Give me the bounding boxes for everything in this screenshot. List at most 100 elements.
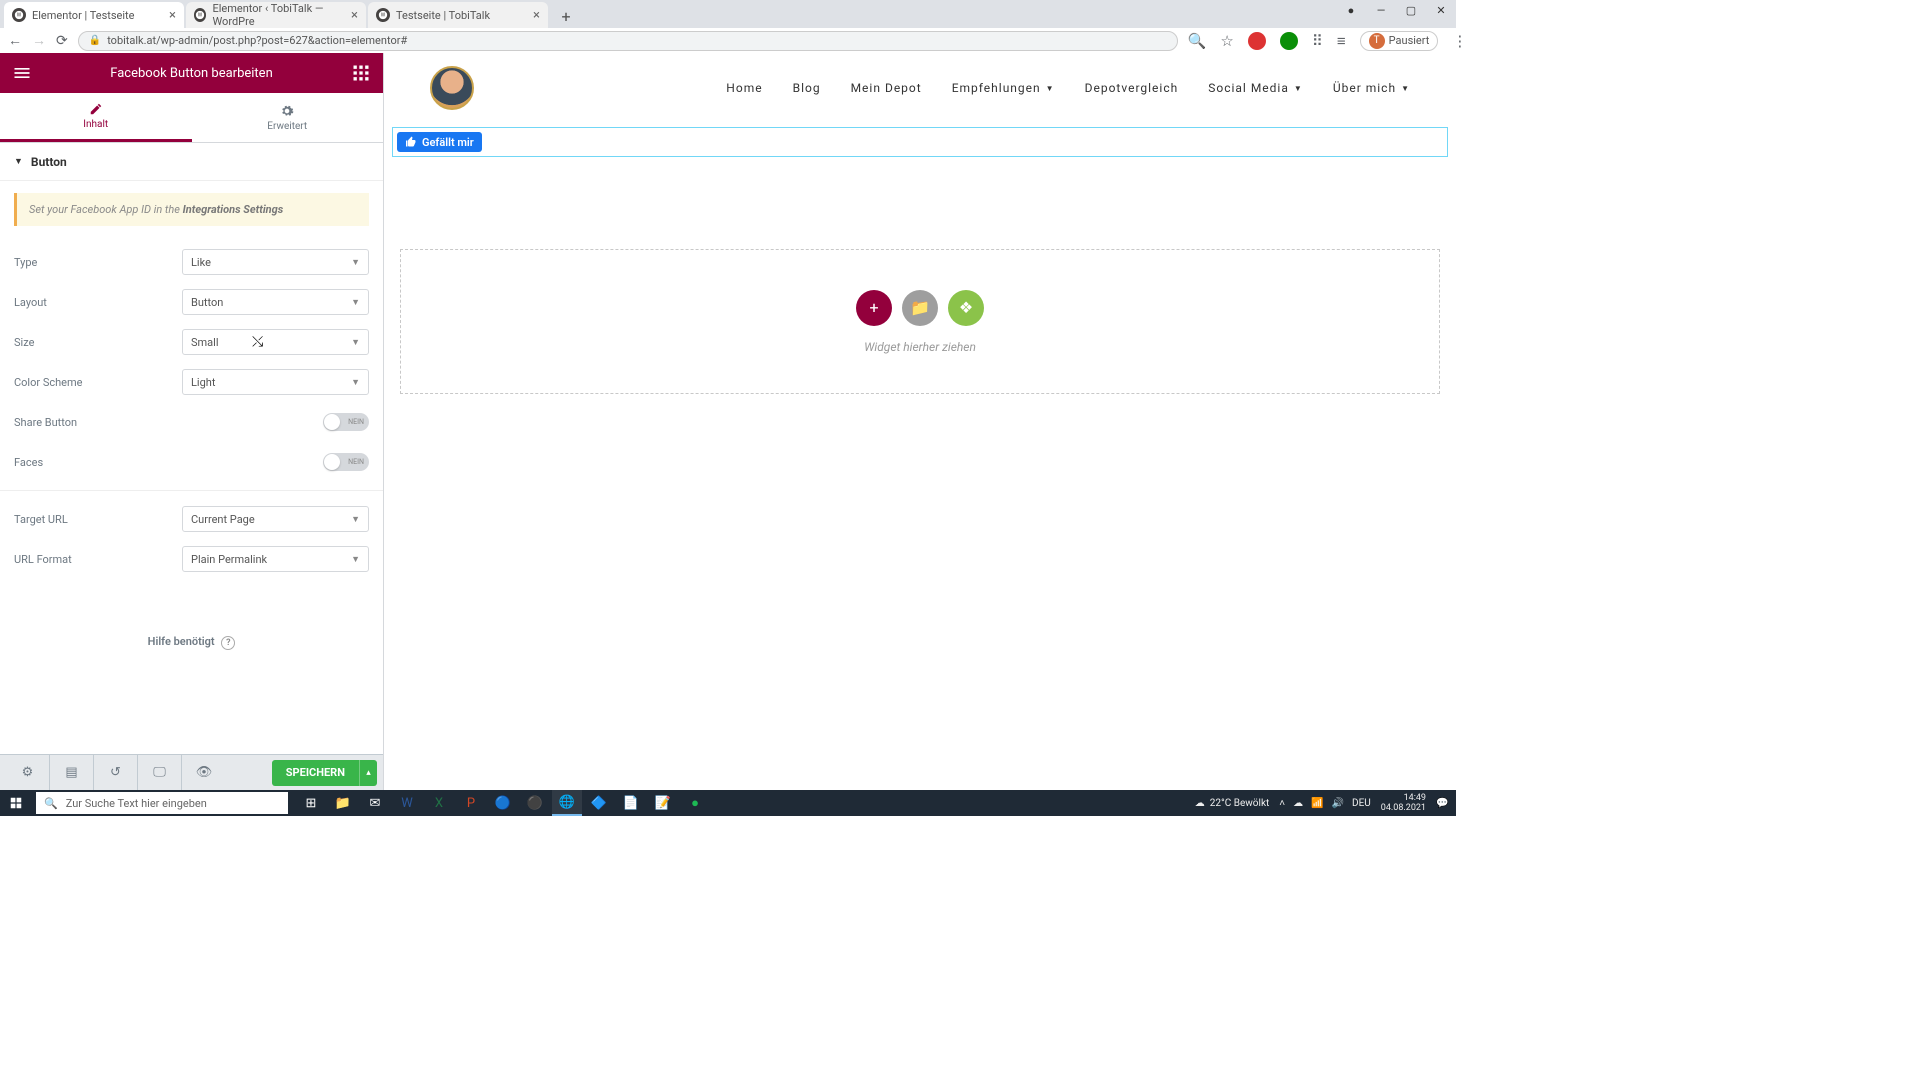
divider bbox=[0, 490, 383, 491]
explorer-icon[interactable]: 📁 bbox=[328, 790, 358, 816]
chrome-icon[interactable]: 🌐 bbox=[552, 790, 582, 816]
browser-tab[interactable]: W Elementor ‹ TobiTalk — WordPre × bbox=[186, 2, 366, 28]
chevron-up-icon[interactable]: ˄ bbox=[1279, 798, 1285, 809]
taskbar-search[interactable]: 🔍 Zur Suche Text hier eingeben bbox=[36, 792, 288, 814]
tab-title: Testseite | TobiTalk bbox=[396, 9, 490, 22]
site-header: Home Blog Mein Depot Empfehlungen▼ Depot… bbox=[384, 53, 1456, 123]
system-tray[interactable]: ˄ ☁ 📶 🔊 DEU bbox=[1279, 798, 1370, 809]
integration-notice: Set your Facebook App ID in the Integrat… bbox=[14, 193, 369, 226]
onedrive-icon[interactable]: ☁ bbox=[1293, 798, 1303, 809]
size-select[interactable]: Small▼ bbox=[182, 329, 369, 355]
notice-link[interactable]: Integrations Settings bbox=[183, 203, 284, 216]
window-minimize-button[interactable]: — bbox=[1366, 0, 1396, 20]
clock[interactable]: 14:49 04.08.2021 bbox=[1381, 793, 1426, 813]
select-value: Like bbox=[191, 256, 211, 269]
settings-button[interactable]: ⚙ bbox=[6, 755, 50, 791]
star-icon[interactable]: ☆ bbox=[1220, 32, 1233, 50]
history-button[interactable]: ↺ bbox=[94, 755, 138, 791]
envato-button[interactable]: ❖ bbox=[948, 290, 984, 326]
nav-link[interactable]: Social Media▼ bbox=[1208, 81, 1303, 95]
spotify-icon[interactable]: ● bbox=[680, 790, 710, 816]
tab-label: Erweitert bbox=[267, 121, 307, 132]
notepad-icon[interactable]: 📝 bbox=[648, 790, 678, 816]
close-icon[interactable]: × bbox=[533, 8, 540, 23]
selected-widget[interactable]: Gefällt mir bbox=[392, 127, 1448, 157]
section-toggle[interactable]: ▼ Button bbox=[0, 143, 383, 181]
chevron-down-icon: ▼ bbox=[1294, 84, 1303, 93]
save-options-button[interactable]: ▴ bbox=[359, 760, 377, 786]
gear-icon bbox=[280, 104, 294, 118]
extension-icon[interactable] bbox=[1248, 32, 1266, 50]
chevron-down-icon: ▼ bbox=[351, 337, 360, 348]
obs-icon[interactable]: ⚫ bbox=[520, 790, 550, 816]
add-section-button[interactable]: + bbox=[856, 290, 892, 326]
volume-icon[interactable]: 🔊 bbox=[1332, 798, 1344, 809]
faces-toggle[interactable]: NEIN bbox=[323, 453, 369, 471]
nav-label: Blog bbox=[793, 81, 821, 95]
help-link[interactable]: Hilfe benötigt ? bbox=[14, 635, 369, 650]
nav-link[interactable]: Depotvergleich bbox=[1085, 81, 1179, 95]
app-icon[interactable]: 📄 bbox=[616, 790, 646, 816]
extension-dot-icon[interactable]: ● bbox=[1336, 0, 1366, 20]
browser-tab[interactable]: W Elementor | Testseite × bbox=[4, 2, 184, 28]
extension-icon[interactable] bbox=[1280, 32, 1298, 50]
share-toggle[interactable]: NEIN bbox=[323, 413, 369, 431]
word-icon[interactable]: W bbox=[392, 790, 422, 816]
preview-button[interactable]: 👁 bbox=[182, 755, 226, 791]
chevron-down-icon: ▼ bbox=[351, 257, 360, 268]
mail-icon[interactable]: ✉ bbox=[360, 790, 390, 816]
responsive-button[interactable]: 🖵 bbox=[138, 755, 182, 791]
reading-list-icon[interactable]: ≡ bbox=[1337, 32, 1346, 50]
language-indicator[interactable]: DEU bbox=[1352, 798, 1371, 809]
layout-select[interactable]: Button▼ bbox=[182, 289, 369, 315]
close-icon[interactable]: × bbox=[169, 8, 176, 23]
edge-icon[interactable]: 🔷 bbox=[584, 790, 614, 816]
site-logo[interactable] bbox=[430, 66, 474, 110]
weather-widget[interactable]: ☁ 22°C Bewölkt bbox=[1195, 798, 1270, 809]
target-select[interactable]: Current Page▼ bbox=[182, 506, 369, 532]
window-maximize-button[interactable]: ▢ bbox=[1396, 0, 1426, 20]
format-select[interactable]: Plain Permalink▼ bbox=[182, 546, 369, 572]
url-text: tobitalk.at/wp-admin/post.php?post=627&a… bbox=[107, 34, 407, 47]
url-input[interactable]: 🔒 tobitalk.at/wp-admin/post.php?post=627… bbox=[78, 31, 1178, 51]
nav-link[interactable]: Blog bbox=[793, 81, 821, 95]
template-button[interactable]: 📁 bbox=[902, 290, 938, 326]
powerpoint-icon[interactable]: P bbox=[456, 790, 486, 816]
tab-bar: W Elementor | Testseite × W Elementor ‹ … bbox=[0, 0, 1456, 28]
type-select[interactable]: Like ▼ bbox=[182, 249, 369, 275]
tab-content[interactable]: Inhalt bbox=[0, 93, 192, 142]
control-label: Size bbox=[14, 336, 182, 349]
forward-button[interactable]: → bbox=[32, 32, 46, 50]
nav-label: Home bbox=[726, 81, 762, 95]
widgets-icon[interactable] bbox=[351, 63, 371, 83]
app-icon[interactable]: 🔵 bbox=[488, 790, 518, 816]
color-select[interactable]: Light▼ bbox=[182, 369, 369, 395]
back-button[interactable]: ← bbox=[8, 32, 22, 50]
tab-advanced[interactable]: Erweitert bbox=[192, 93, 384, 142]
excel-icon[interactable]: X bbox=[424, 790, 454, 816]
window-close-button[interactable]: ✕ bbox=[1426, 0, 1456, 20]
notifications-button[interactable]: 💬 bbox=[1436, 798, 1450, 809]
navigator-button[interactable]: ▤ bbox=[50, 755, 94, 791]
zoom-icon[interactable]: 🔍 bbox=[1188, 32, 1207, 50]
start-button[interactable] bbox=[0, 790, 32, 816]
extensions-icon[interactable]: ⠿ bbox=[1312, 32, 1323, 50]
new-tab-button[interactable]: + bbox=[554, 4, 578, 28]
tab-title: Elementor ‹ TobiTalk — WordPre bbox=[212, 2, 351, 28]
menu-icon[interactable]: ⋮ bbox=[1452, 32, 1467, 50]
reload-button[interactable]: ⟳ bbox=[56, 32, 68, 50]
nav-link[interactable]: Home bbox=[726, 81, 762, 95]
facebook-like-button[interactable]: Gefällt mir bbox=[397, 132, 482, 152]
wifi-icon[interactable]: 📶 bbox=[1311, 798, 1323, 809]
save-button[interactable]: SPEICHERN bbox=[272, 760, 359, 786]
profile-button[interactable]: T Pausiert bbox=[1360, 31, 1439, 51]
nav-link[interactable]: Mein Depot bbox=[851, 81, 922, 95]
browser-tab[interactable]: W Testseite | TobiTalk × bbox=[368, 2, 548, 28]
menu-icon[interactable] bbox=[12, 63, 32, 83]
task-view-button[interactable]: ⊞ bbox=[296, 790, 326, 816]
svg-text:W: W bbox=[198, 13, 203, 19]
section-dropzone[interactable]: + 📁 ❖ Widget hierher ziehen bbox=[400, 249, 1440, 394]
close-icon[interactable]: × bbox=[351, 8, 358, 23]
nav-link[interactable]: Über mich▼ bbox=[1333, 81, 1410, 95]
nav-link[interactable]: Empfehlungen▼ bbox=[952, 81, 1055, 95]
